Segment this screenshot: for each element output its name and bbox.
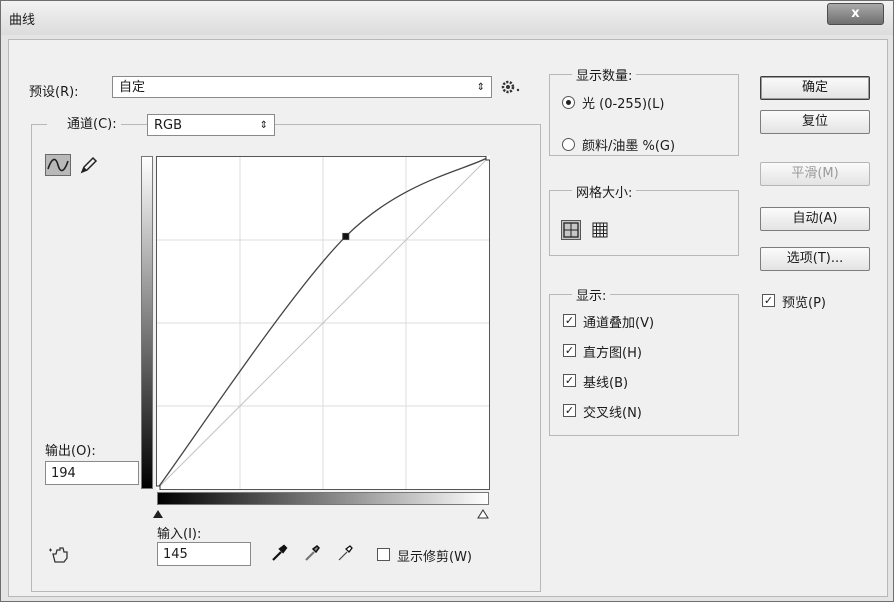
channel-value: RGB <box>154 118 183 133</box>
pencil-icon[interactable] <box>77 154 99 176</box>
input-value: 145 <box>163 547 188 562</box>
channel-overlay-label: 通道叠加(V) <box>583 316 655 331</box>
input-label: 输入(I): <box>157 527 202 542</box>
output-gradient-bar <box>141 156 153 489</box>
curve-endpoint[interactable] <box>153 485 161 493</box>
black-eyedropper-icon[interactable] <box>269 543 289 563</box>
preview-label: 预览(P) <box>782 296 826 311</box>
baseline-label: 基线(B) <box>583 376 629 391</box>
show-clipping-label: 显示修剪(W) <box>397 550 472 565</box>
detailed-grid-icon[interactable] <box>591 221 609 239</box>
select-arrow-icon: ⇕ <box>476 82 485 93</box>
simple-grid-icon[interactable] <box>561 220 581 240</box>
preset-select[interactable]: 自定 ⇕ <box>112 76 492 98</box>
dialog-body: 预设(R): 自定 ⇕ 通道(C): RGB ⇕ 输出(O): 194 输入(I… <box>8 39 888 597</box>
options-button[interactable]: 选项(T)... <box>760 247 870 271</box>
show-amount-legend: 显示数量: <box>572 65 637 84</box>
grid-size-legend: 网格大小: <box>572 182 637 201</box>
window-title: 曲线 <box>9 13 36 28</box>
curve-endpoint[interactable] <box>485 153 493 161</box>
selected-curve-point[interactable] <box>342 232 350 240</box>
output-value: 194 <box>51 466 76 481</box>
baseline-checkbox[interactable]: ✓ <box>563 374 576 387</box>
auto-button[interactable]: 自动(A) <box>760 207 870 231</box>
preview-checkbox[interactable]: ✓ <box>762 294 775 307</box>
curves-dialog: 曲线 x 预设(R): 自定 ⇕ 通道(C): RGB ⇕ 输出(O): 194… <box>0 0 894 602</box>
channel-label: 通道(C): <box>67 117 117 132</box>
input-field[interactable]: 145 <box>157 542 251 566</box>
channel-select[interactable]: RGB ⇕ <box>147 114 275 136</box>
pigment-radio-label: 颜料/油墨 %(G) <box>582 139 676 154</box>
title-bar[interactable]: 曲线 x <box>1 1 893 35</box>
light-radio[interactable] <box>562 96 575 109</box>
histogram-label: 直方图(H) <box>583 346 642 361</box>
white-point-slider-icon[interactable] <box>477 508 489 523</box>
select-arrow-icon: ⇕ <box>259 120 268 131</box>
close-button[interactable]: x <box>827 3 884 25</box>
reset-button[interactable]: 复位 <box>760 110 870 134</box>
input-gradient-bar <box>157 492 489 505</box>
histogram-checkbox[interactable]: ✓ <box>563 344 576 357</box>
target-adjust-hand-icon[interactable] <box>47 544 73 566</box>
light-radio-label: 光 (0-255)(L) <box>582 97 665 112</box>
smooth-button[interactable]: 平滑(M) <box>760 162 870 186</box>
curve-graph[interactable] <box>153 153 493 493</box>
ok-button[interactable]: 确定 <box>760 76 870 100</box>
gear-icon[interactable] <box>499 77 521 97</box>
gray-eyedropper-icon[interactable] <box>302 543 322 563</box>
white-eyedropper-icon[interactable] <box>335 543 355 563</box>
intersection-line-checkbox[interactable]: ✓ <box>563 404 576 417</box>
channel-legend: 通道(C): <box>47 114 121 138</box>
curve-point-tool-icon[interactable] <box>45 154 71 176</box>
intersection-line-label: 交叉线(N) <box>583 406 642 421</box>
output-field[interactable]: 194 <box>45 461 139 485</box>
black-point-slider-icon[interactable] <box>152 508 164 523</box>
show-legend: 显示: <box>572 285 611 304</box>
pigment-radio[interactable] <box>562 138 575 151</box>
preset-label: 预设(R): <box>29 85 79 100</box>
output-label: 输出(O): <box>45 444 96 459</box>
preset-value: 自定 <box>119 80 146 95</box>
show-clipping-checkbox[interactable] <box>377 548 390 561</box>
channel-overlay-checkbox[interactable]: ✓ <box>563 314 576 327</box>
